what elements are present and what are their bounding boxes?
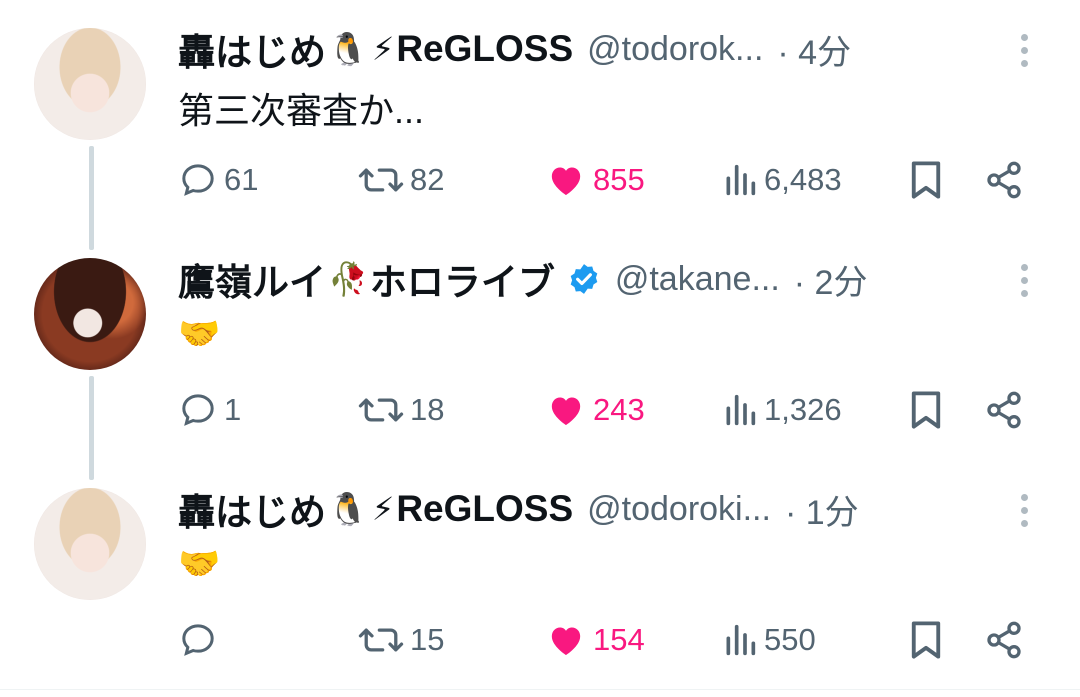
action-bar: 15 154 550 [0, 615, 1080, 665]
tweet-header: 鷹嶺ルイ 🥀 ホロライブ @takane... · 2分 [178, 255, 978, 304]
views-icon [726, 164, 756, 196]
user-handle[interactable]: @takane... [615, 260, 780, 299]
avatar[interactable] [34, 28, 146, 140]
penguin-emoji: 🐧 [328, 491, 368, 527]
reply-button[interactable] [178, 615, 224, 665]
views-button[interactable]: 550 [722, 615, 816, 665]
reply-count: 1 [224, 392, 242, 427]
bookmark-icon [911, 161, 941, 199]
views-count: 1,326 [764, 392, 842, 427]
reply-button[interactable]: 61 [178, 155, 258, 205]
like-button[interactable]: 154 [545, 615, 645, 665]
bookmark-button[interactable] [908, 615, 944, 665]
views-count: 550 [764, 622, 816, 657]
tweet-header: 轟はじめ 🐧 ⚡ ReGLOSS @todorok... · 4分 [178, 25, 978, 74]
tweet-text: 🤝 [178, 315, 221, 353]
like-button[interactable]: 243 [545, 385, 645, 435]
display-name[interactable]: 鷹嶺ルイ [178, 252, 326, 306]
lightning-emoji: ⚡ [371, 31, 395, 67]
retweet-button[interactable]: 82 [358, 155, 444, 205]
timestamp[interactable]: · 2分 [794, 255, 868, 304]
display-name-suffix[interactable]: ホロライブ [370, 252, 555, 306]
timestamp[interactable]: · 1分 [785, 485, 859, 534]
views-button[interactable]: 1,326 [722, 385, 842, 435]
tweet-1[interactable]: 轟はじめ 🐧 ⚡ ReGLOSS @todorok... · 4分 第三次審査か… [0, 0, 1080, 230]
user-handle[interactable]: @todoroki... [587, 490, 771, 529]
like-count: 243 [593, 392, 645, 427]
display-name-suffix[interactable]: ReGLOSS [396, 488, 573, 530]
lightning-emoji: ⚡ [371, 491, 395, 527]
share-button[interactable] [984, 155, 1024, 205]
tweet-text: 🤝 [178, 545, 221, 583]
retweet-count: 82 [410, 162, 445, 197]
reply-button[interactable]: 1 [178, 385, 241, 435]
like-icon [551, 627, 581, 655]
like-count: 855 [593, 162, 645, 197]
views-count: 6,483 [764, 162, 842, 197]
timestamp[interactable]: · 4分 [777, 25, 851, 74]
tweet-text: 第三次審査か... [178, 90, 425, 131]
share-icon [987, 621, 1021, 659]
reply-icon [182, 164, 214, 196]
retweet-button[interactable]: 18 [358, 385, 444, 435]
reply-count: 61 [224, 162, 259, 197]
retweet-button[interactable]: 15 [358, 615, 444, 665]
views-icon [726, 394, 756, 426]
divider [0, 689, 1080, 690]
reply-icon [182, 624, 214, 656]
bookmark-icon [911, 621, 941, 659]
bookmark-icon [911, 391, 941, 429]
retweet-count: 15 [410, 622, 445, 657]
views-button[interactable]: 6,483 [722, 155, 842, 205]
views-icon [726, 624, 756, 656]
more-icon[interactable] [1014, 494, 1034, 534]
action-bar: 1 18 243 1,326 [0, 385, 1080, 435]
avatar[interactable] [34, 258, 146, 370]
display-name[interactable]: 轟はじめ [178, 482, 326, 536]
retweet-icon [358, 628, 404, 652]
like-button[interactable]: 855 [545, 155, 645, 205]
display-name-suffix[interactable]: ReGLOSS [396, 28, 573, 70]
tweet-header: 轟はじめ 🐧 ⚡ ReGLOSS @todoroki... · 1分 [178, 485, 978, 534]
like-icon [551, 397, 581, 425]
verified-icon [570, 264, 598, 294]
more-icon[interactable] [1014, 264, 1034, 304]
reply-icon [182, 394, 214, 426]
tweet-2[interactable]: 鷹嶺ルイ 🥀 ホロライブ @takane... · 2分 🤝 1 18 243 … [0, 230, 1080, 460]
share-icon [987, 391, 1021, 429]
like-count: 154 [593, 622, 645, 657]
avatar[interactable] [34, 488, 146, 600]
retweet-icon [358, 398, 404, 422]
share-button[interactable] [984, 385, 1024, 435]
wilted-rose-emoji: 🥀 [328, 261, 368, 297]
tweet-3[interactable]: 轟はじめ 🐧 ⚡ ReGLOSS @todoroki... · 1分 🤝 15 … [0, 460, 1080, 690]
share-icon [987, 161, 1021, 199]
more-icon[interactable] [1014, 34, 1034, 74]
like-icon [551, 167, 581, 195]
penguin-emoji: 🐧 [328, 31, 368, 67]
user-handle[interactable]: @todorok... [587, 30, 763, 69]
share-button[interactable] [984, 615, 1024, 665]
retweet-icon [358, 168, 404, 192]
action-bar: 61 82 855 6,483 [0, 155, 1080, 205]
display-name[interactable]: 轟はじめ [178, 22, 326, 76]
retweet-count: 18 [410, 392, 445, 427]
bookmark-button[interactable] [908, 385, 944, 435]
bookmark-button[interactable] [908, 155, 944, 205]
